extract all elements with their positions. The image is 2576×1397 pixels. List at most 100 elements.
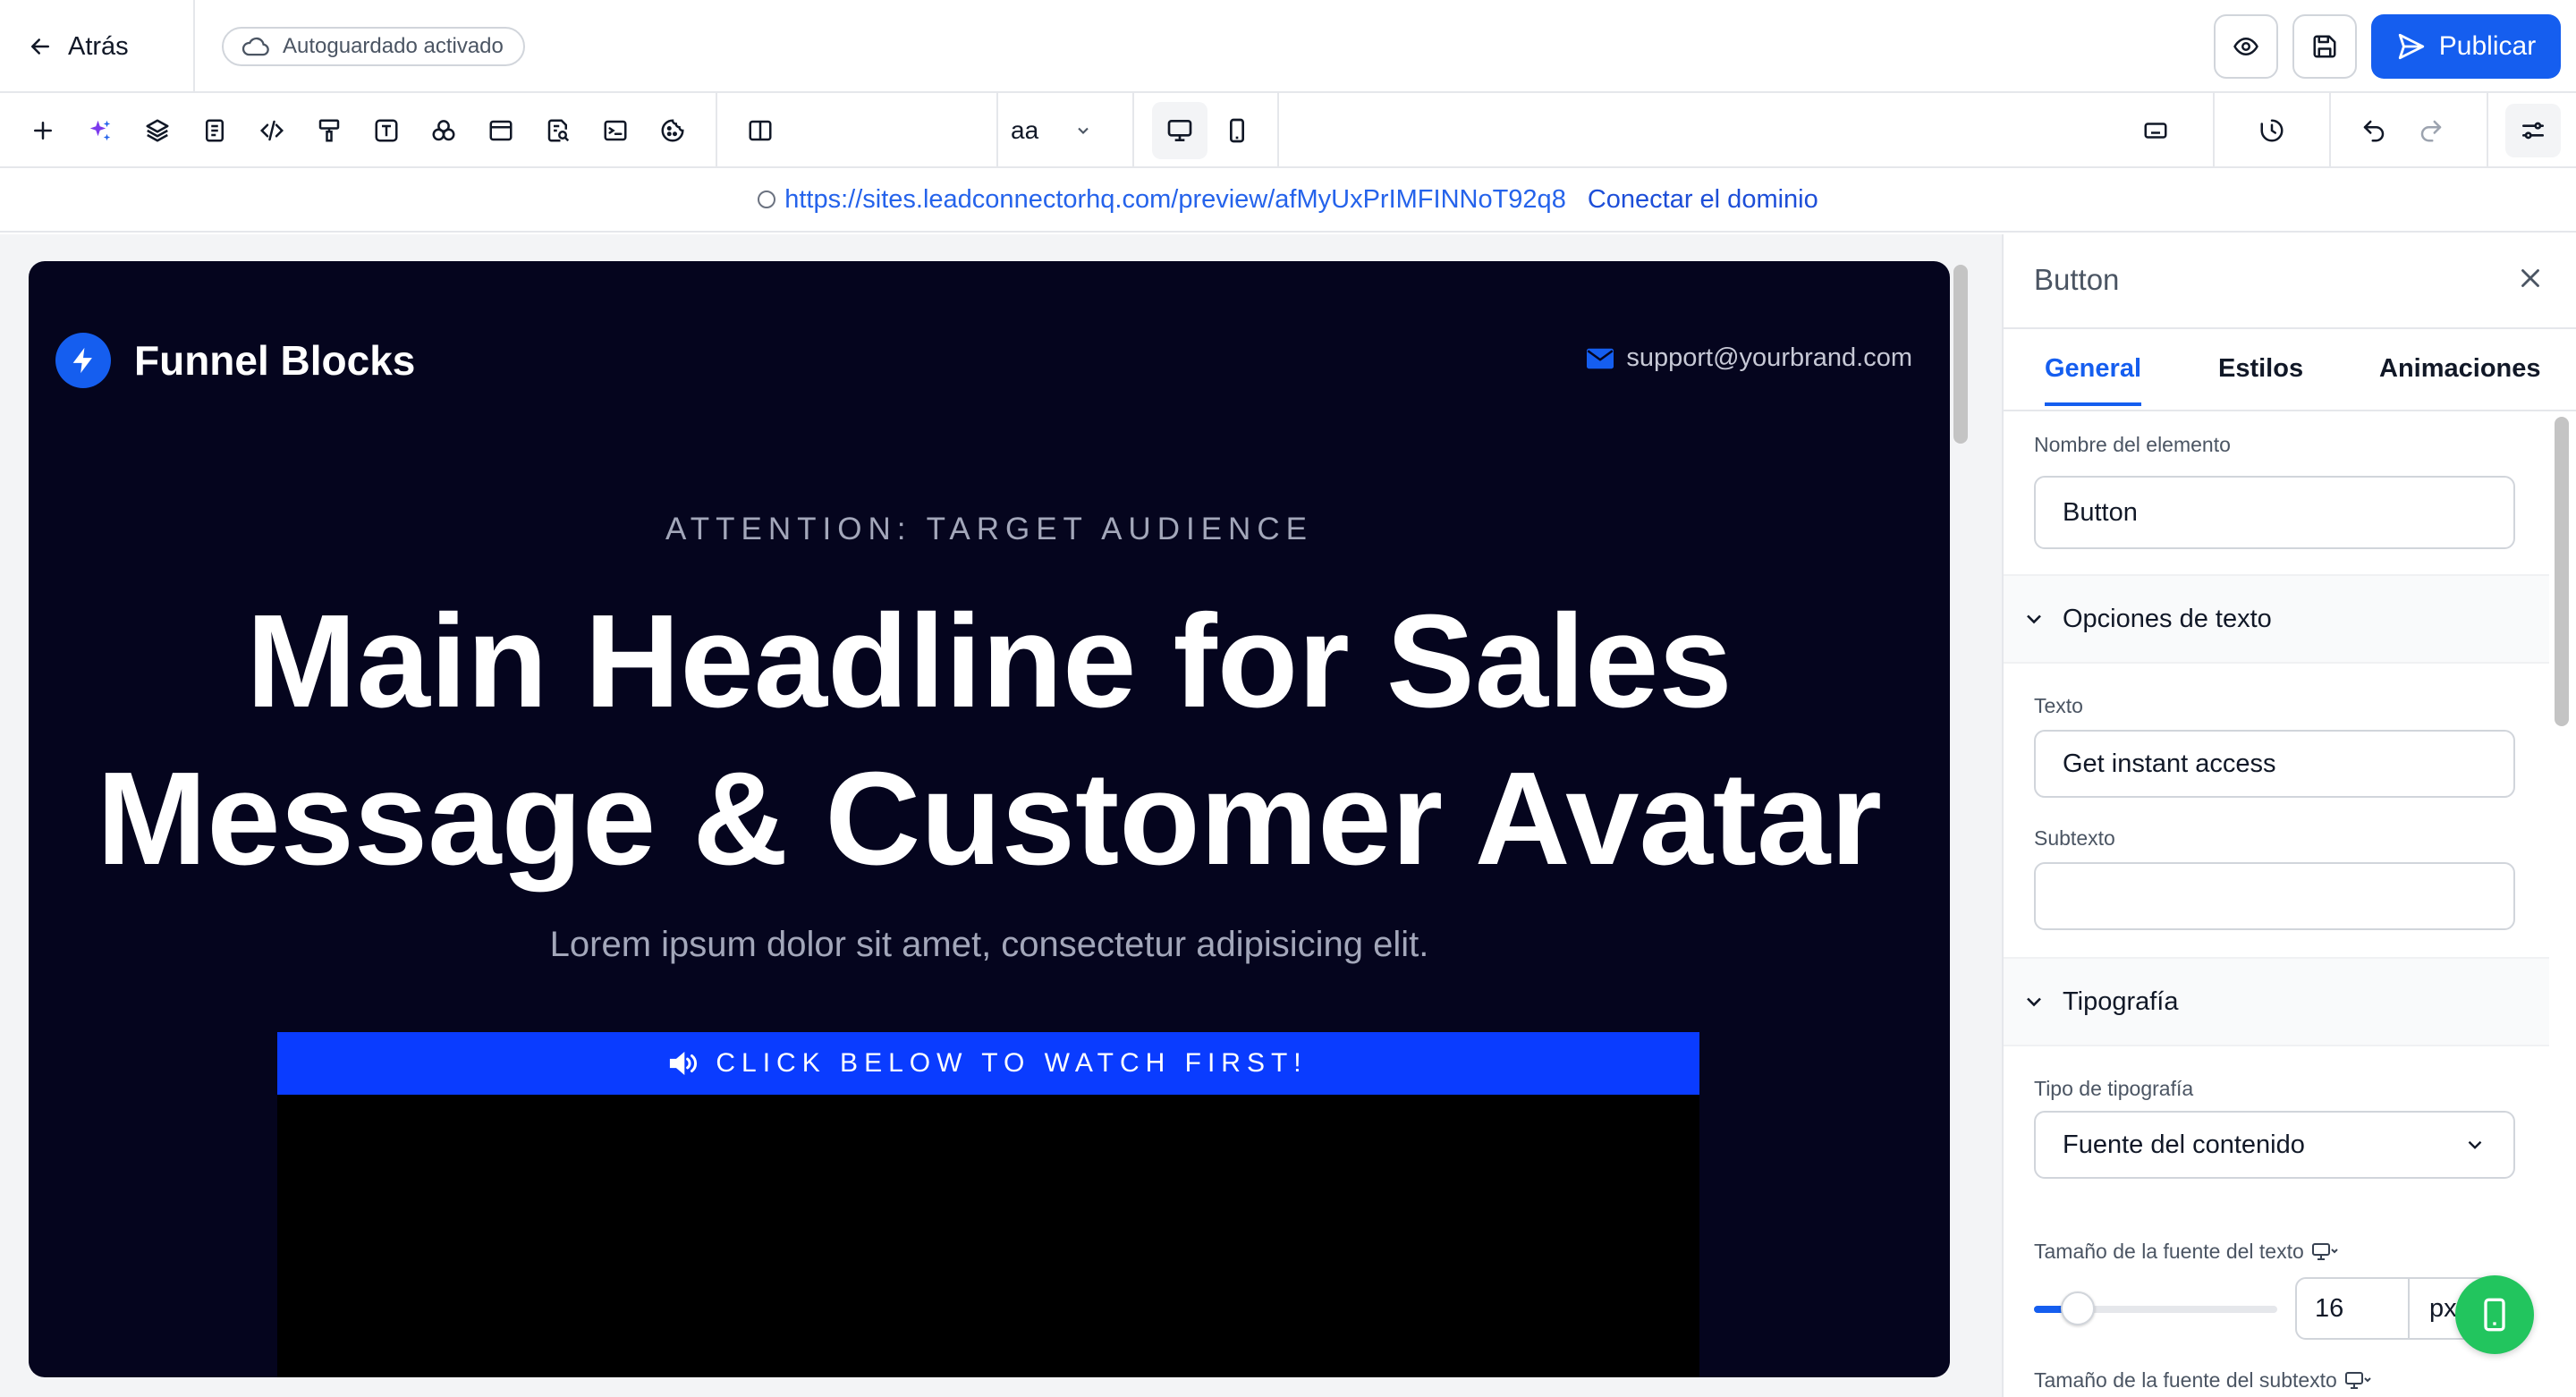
font-type-select[interactable]: Fuente del contenido (2034, 1111, 2515, 1179)
globe-icon (758, 190, 776, 208)
back-label: Atrás (68, 31, 129, 61)
mobile-view-button[interactable] (1209, 102, 1265, 159)
main-headline[interactable]: Main Headline for Sales Message & Custom… (64, 583, 1914, 898)
typography-section[interactable]: Tipografía (2004, 957, 2549, 1046)
text-label: Texto (2034, 694, 2083, 717)
font-size-input[interactable]: 16 (2295, 1277, 2410, 1340)
tab-animations[interactable]: Animaciones (2379, 354, 2541, 384)
typography-title: Tipografía (2063, 986, 2179, 1016)
preview-url-link[interactable]: https://sites.leadconnectorhq.com/previe… (758, 185, 1566, 215)
headline-line-1: Main Headline for Sales (246, 588, 1733, 735)
divider (193, 0, 195, 93)
add-icon (34, 122, 52, 140)
scrollbar-thumb[interactable] (1953, 265, 1968, 444)
scrollbar-thumb[interactable] (2555, 417, 2569, 726)
tab-styles[interactable]: Estilos (2218, 354, 2303, 384)
brand-name: Funnel Blocks (134, 337, 416, 384)
keyboard-shortcuts-button[interactable] (2134, 109, 2177, 152)
editor-toolbar: aa (0, 93, 2576, 168)
desktop-icon[interactable] (2311, 1241, 2338, 1263)
video-placeholder[interactable] (277, 1095, 1699, 1377)
popup-button[interactable] (479, 109, 522, 152)
font-size-slider[interactable] (2034, 1291, 2277, 1325)
font-selector[interactable]: aa (1011, 109, 1092, 152)
cookie-icon (661, 119, 684, 142)
button-subtext-input[interactable] (2034, 862, 2515, 930)
mobile-preview-fab[interactable] (2455, 1275, 2534, 1354)
undo-button[interactable] (2352, 109, 2395, 152)
eyebrow-text[interactable]: ATTENTION: TARGET AUDIENCE (29, 512, 1950, 547)
divider (1277, 93, 1279, 168)
subtext-size-label: Tamaño de la fuente del subtexto (2034, 1368, 2371, 1393)
split-view-button[interactable] (739, 109, 782, 152)
panel-header: Button (2004, 234, 2576, 329)
ai-button[interactable] (79, 109, 122, 152)
layers-button[interactable] (136, 109, 179, 152)
banner-text: CLICK BELOW TO WATCH FIRST! (716, 1048, 1308, 1078)
paint-roller-icon (318, 119, 340, 142)
panel-tabs: General Estilos Animaciones (2004, 329, 2576, 411)
redo-button[interactable] (2410, 109, 2453, 152)
subtext-size-label-text: Tamaño de la fuente del subtexto (2034, 1368, 2337, 1392)
history-icon (2260, 119, 2284, 142)
element-name-label: Nombre del elemento (2034, 433, 2231, 456)
sub-headline[interactable]: Lorem ipsum dolor sit amet, consectetur … (29, 925, 1950, 965)
page-preview[interactable]: Funnel Blocks support@yourbrand.com ATTE… (29, 261, 1950, 1377)
brand[interactable]: Funnel Blocks (55, 333, 415, 388)
connect-domain-link[interactable]: Conectar el dominio (1588, 185, 1818, 215)
divider (716, 93, 717, 168)
chevron-down-icon (2027, 614, 2041, 624)
text-button[interactable] (365, 109, 408, 152)
save-button[interactable] (2292, 14, 2357, 79)
watch-banner[interactable]: CLICK BELOW TO WATCH FIRST! (277, 1032, 1699, 1095)
close-icon[interactable] (2515, 263, 2546, 293)
font-size-label-text: Tamaño de la fuente del texto (2034, 1240, 2304, 1263)
undo-icon (2363, 120, 2385, 142)
envelope-icon (1587, 348, 1614, 368)
arrow-left-icon (31, 38, 49, 55)
font-selector-value: aa (1011, 116, 1039, 144)
eye-icon (2233, 37, 2258, 56)
desktop-icon[interactable] (2344, 1370, 2371, 1392)
support-email[interactable]: support@yourbrand.com (1587, 343, 1912, 373)
font-type-label: Tipo de tipografía (2034, 1077, 2194, 1100)
text-options-title: Opciones de texto (2063, 604, 2272, 633)
terminal-icon (604, 120, 627, 141)
element-name-input[interactable] (2034, 476, 2515, 549)
back-button[interactable]: Atrás (27, 27, 129, 66)
divider (2329, 93, 2331, 168)
seo-button[interactable] (537, 109, 580, 152)
chevron-down-icon (1078, 127, 1089, 134)
shapes-button[interactable] (422, 109, 465, 152)
tracking-code-button[interactable] (594, 109, 637, 152)
text-options-section[interactable]: Opciones de texto (2004, 574, 2549, 664)
settings-panel-button[interactable] (2505, 104, 2561, 157)
styles-button[interactable] (308, 109, 351, 152)
code-button[interactable] (250, 109, 293, 152)
cookie-button[interactable] (651, 109, 694, 152)
font-type-value: Fuente del contenido (2063, 1130, 2305, 1159)
canvas-scrollbar[interactable] (1952, 265, 1970, 1383)
history-button[interactable] (2250, 109, 2293, 152)
chevron-down-icon (2027, 997, 2041, 1007)
slider-handle[interactable] (2060, 1291, 2095, 1325)
add-element-button[interactable] (21, 109, 64, 152)
text-icon (375, 119, 398, 142)
panel-scrollbar[interactable] (2551, 329, 2574, 1397)
lightning-bolt-icon (55, 333, 111, 388)
button-text-input[interactable] (2034, 730, 2515, 798)
subtext-label: Subtexto (2034, 826, 2115, 850)
keyboard-icon (2144, 123, 2167, 139)
search-document-icon (547, 119, 570, 142)
desktop-view-button[interactable] (1152, 102, 1208, 159)
pages-button[interactable] (193, 109, 236, 152)
code-icon (259, 120, 284, 141)
publish-button[interactable]: Publicar (2371, 14, 2561, 79)
active-tab-indicator (2045, 402, 2141, 406)
tab-general[interactable]: General (2045, 354, 2141, 384)
preview-button[interactable] (2214, 14, 2278, 79)
redo-icon (2420, 120, 2442, 142)
ai-sparkle-icon (89, 120, 111, 141)
top-bar: Atrás Autoguardado activado Publicar (0, 0, 2576, 93)
desktop-icon (1167, 120, 1192, 141)
